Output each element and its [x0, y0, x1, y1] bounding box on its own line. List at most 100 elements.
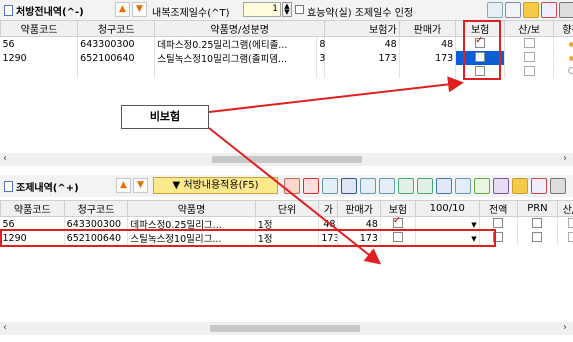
psychotropic-marker: [553, 36, 573, 51]
tool-icon-12[interactable]: [493, 178, 509, 194]
down-arrow-icon: ▼: [172, 180, 181, 191]
cell-sale-price[interactable]: 173: [399, 51, 457, 65]
top-horizontal-scrollbar[interactable]: ‹ ›: [0, 153, 573, 166]
empty-cell: [316, 65, 326, 78]
bottom-horizontal-scrollbar[interactable]: ‹ ›: [0, 322, 573, 335]
col-unit: 단위: [254, 200, 320, 217]
tool-icon-1[interactable]: [284, 178, 300, 194]
non-insured-label: 비보험: [121, 105, 209, 129]
tool-icon-7[interactable]: [398, 178, 414, 194]
move-down-button[interactable]: ▼: [133, 178, 148, 193]
scroll-right-icon[interactable]: ›: [563, 153, 567, 164]
insured-highlight-box: [463, 20, 501, 80]
delete-icon[interactable]: [531, 178, 547, 194]
dispense-toolbar: 조제내역(^+) ▲ ▼ ▼ 처방내용적용(F5): [0, 175, 573, 197]
prn-checkbox[interactable]: [517, 216, 559, 231]
tool-icon-10[interactable]: [455, 178, 471, 194]
apply-button-label: 처방내용적용(F5): [183, 180, 259, 191]
cell-claim[interactable]: 643300300: [77, 36, 156, 51]
cell-qty[interactable]: 8: [316, 36, 325, 51]
dispense-title-text: 조제내역(^+): [16, 183, 79, 194]
dot-icon: [568, 41, 573, 47]
scroll-right-icon[interactable]: ›: [563, 322, 567, 333]
tool-icon-9[interactable]: [436, 178, 452, 194]
powder-checkbox[interactable]: [504, 36, 554, 51]
cell-sale-price[interactable]: 48: [399, 36, 457, 51]
trash-icon[interactable]: [559, 2, 573, 18]
tool-icon-4[interactable]: [341, 178, 357, 194]
col-powder: 산/보: [557, 200, 573, 217]
col-drug-code: 약품코드: [0, 200, 65, 217]
col-sale-price: 판매가: [398, 20, 457, 37]
col-100-10: 100/10: [414, 200, 480, 217]
scroll-left-icon[interactable]: ‹: [3, 153, 7, 164]
col-claim-code: 청구코드: [63, 200, 129, 217]
tool-icon-1[interactable]: [487, 2, 503, 18]
cell-claim[interactable]: 652100640: [77, 51, 156, 65]
cell-ins-price[interactable]: 173: [324, 51, 400, 65]
scroll-thumb[interactable]: [210, 325, 360, 332]
copy-icon[interactable]: [505, 2, 521, 18]
cell-qty[interactable]: 3: [316, 51, 325, 65]
trash-icon[interactable]: [550, 178, 566, 194]
col-drug-name: 약품명: [127, 200, 256, 217]
cell-code[interactable]: 1290: [0, 51, 79, 65]
tool-icon-6[interactable]: [379, 178, 395, 194]
scroll-left-icon[interactable]: ‹: [3, 322, 7, 333]
tool-icon-8[interactable]: [417, 178, 433, 194]
cell-name[interactable]: 스틸녹스정10밀리그램(졸피뎀...: [154, 51, 318, 65]
prescription-toolbar: 처방전내역(^-) ▲ ▼ 내복조제일수(^T) 1 ▲ ▼ 효능약(실) 조제일…: [0, 0, 573, 20]
move-down-button[interactable]: ▼: [132, 2, 147, 17]
tool-icon-3[interactable]: [322, 178, 338, 194]
document-icon: [4, 5, 13, 16]
eraser-icon[interactable]: [523, 2, 539, 18]
tool-icon-5[interactable]: [360, 178, 376, 194]
powder-checkbox[interactable]: [557, 231, 573, 245]
prescription-title-text: 처방전내역(^-): [16, 7, 84, 18]
document-icon: [4, 181, 13, 192]
box-icon: [523, 65, 535, 76]
box-icon: [532, 232, 543, 242]
dot-icon: [568, 55, 573, 61]
delete-icon[interactable]: [541, 2, 557, 18]
move-up-button[interactable]: ▲: [116, 178, 131, 193]
empty-cell: [324, 65, 400, 78]
empty-cell: [154, 65, 318, 78]
powder-checkbox[interactable]: [504, 51, 554, 65]
empty-cell: [0, 65, 79, 78]
box-icon: [568, 218, 573, 228]
dispense-header: 약품코드 청구코드 약품명 단위 가 판매가 보험 100/10 전액 PRN …: [0, 200, 573, 217]
days-value: 1: [272, 4, 278, 14]
col-prn: PRN: [516, 200, 559, 217]
cell-ins-price[interactable]: 48: [324, 36, 400, 51]
col-drug-name: 약품명/성분명: [154, 20, 326, 37]
prn-checkbox[interactable]: [517, 231, 559, 245]
tool-icon-2[interactable]: [303, 178, 319, 194]
empty-cell: [77, 65, 156, 78]
box-icon: [523, 52, 535, 62]
arrow-to-top-insured: [208, 76, 464, 113]
ring-icon: [567, 67, 573, 74]
tool-icon-11[interactable]: [474, 178, 490, 194]
col-full-amount: 전액: [478, 200, 518, 217]
box-icon: [568, 232, 573, 242]
box-icon: [532, 218, 543, 228]
efficacy-checkbox[interactable]: [295, 5, 304, 14]
cell-name[interactable]: 데파스정0.25밀리그램(에티졸...: [154, 36, 318, 51]
scroll-thumb[interactable]: [212, 156, 362, 163]
days-spinner[interactable]: ▲ ▼: [282, 2, 292, 17]
box-icon: [493, 218, 504, 228]
cell-code[interactable]: 56: [0, 36, 79, 51]
dispense-title: 조제내역(^+): [4, 179, 79, 194]
col-ins-price: 보험가: [324, 20, 400, 37]
apply-prescription-button[interactable]: ▼ 처방내용적용(F5): [153, 177, 278, 194]
eraser-icon[interactable]: [512, 178, 528, 194]
box-icon: [523, 38, 535, 48]
powder-checkbox[interactable]: [557, 216, 573, 231]
powder-checkbox[interactable]: [504, 65, 554, 78]
dropdown-arrow-icon: ▼: [471, 220, 477, 229]
col-claim-code: 청구코드: [77, 20, 156, 37]
efficacy-label: 효능약(실) 조제일수 인정: [307, 8, 414, 19]
days-input[interactable]: 1: [243, 2, 281, 17]
move-up-button[interactable]: ▲: [115, 2, 130, 17]
